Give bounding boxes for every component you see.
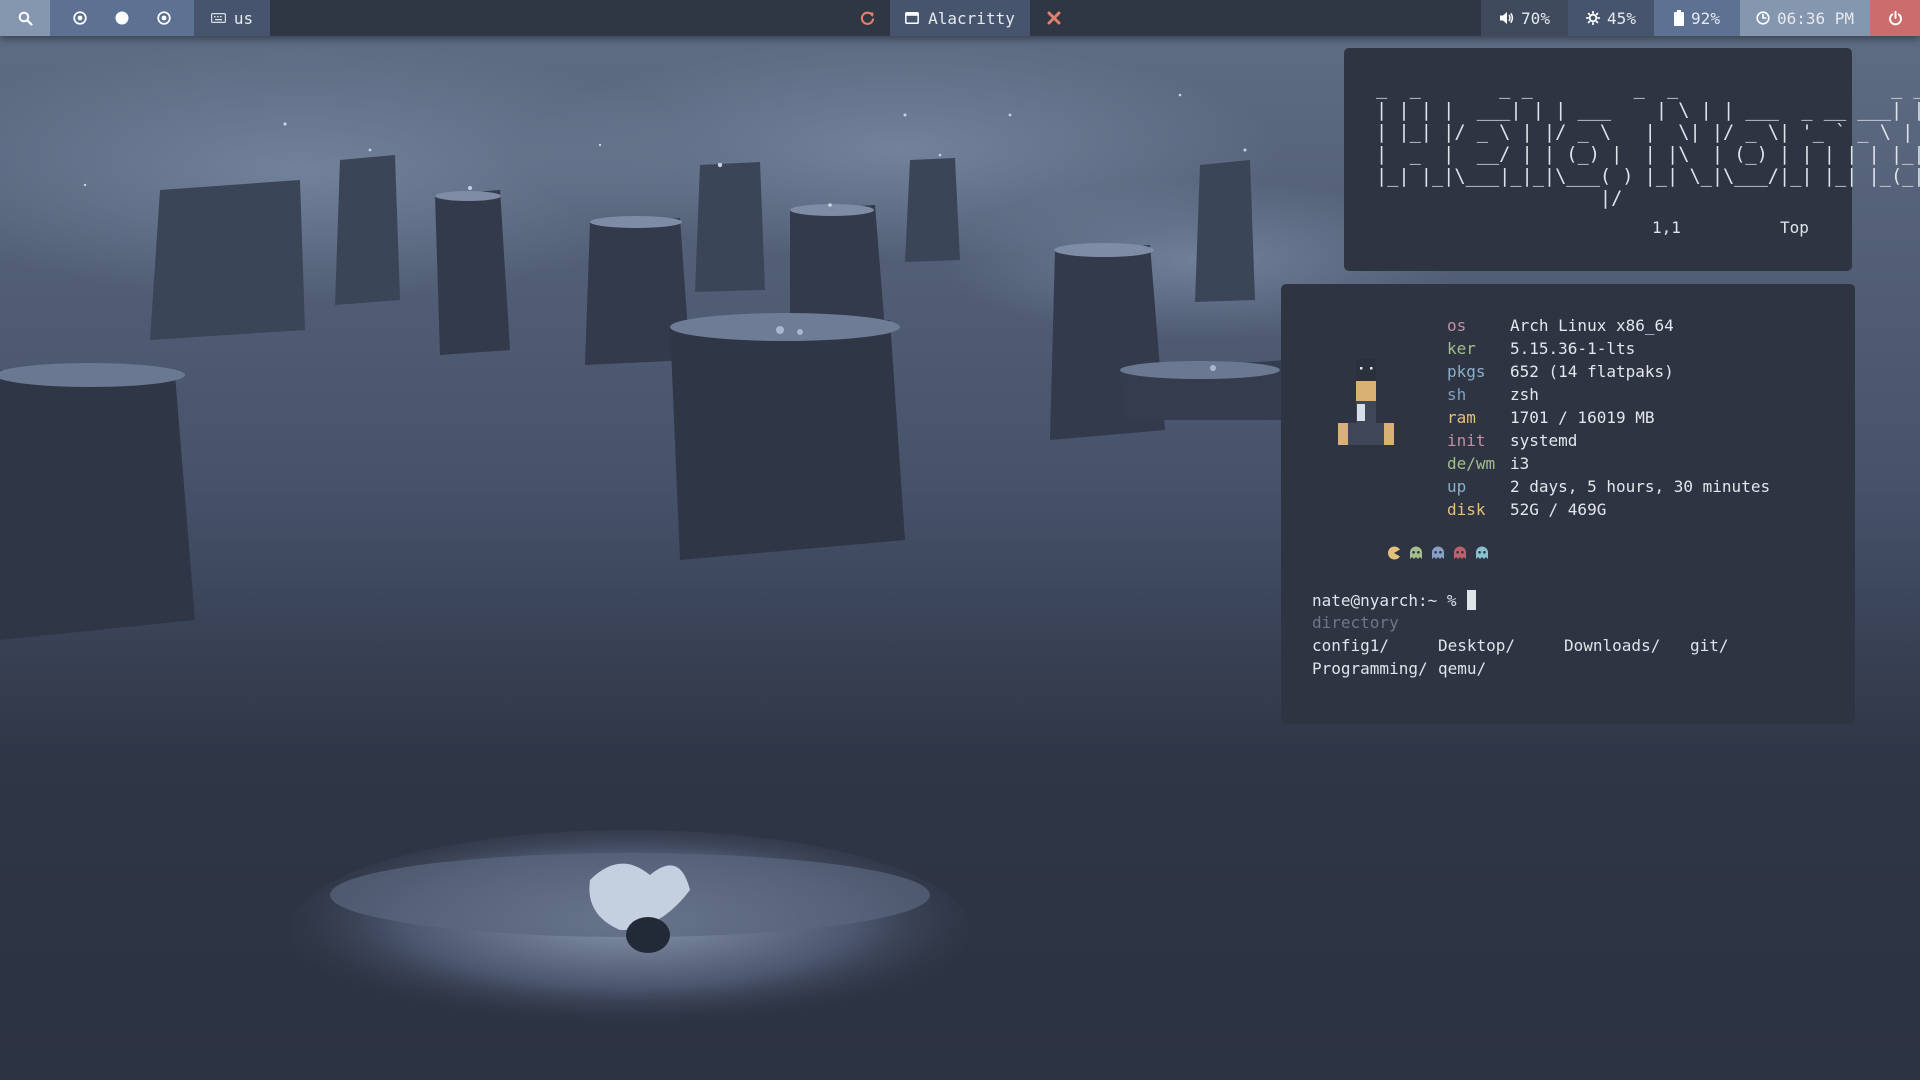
search-icon (18, 11, 33, 26)
directory-entry[interactable]: qemu/ (1438, 659, 1564, 678)
system-info-value: i3 (1510, 454, 1530, 473)
system-info-row: de/wm i3 (1447, 452, 1770, 475)
vim-cursor-position: 1,1 (1652, 218, 1681, 237)
search-button[interactable] (0, 0, 50, 36)
close-icon (1047, 11, 1061, 25)
keyboard-layout-indicator[interactable]: us (194, 0, 270, 36)
system-info-key: ker (1447, 339, 1476, 358)
brightness-icon (1586, 11, 1601, 25)
system-info-value: Arch Linux x86_64 (1510, 316, 1674, 335)
battery-indicator[interactable]: 92% (1654, 0, 1740, 36)
system-info-value: 5.15.36-1-lts (1510, 339, 1636, 358)
system-info-key: disk (1447, 500, 1486, 519)
completion-hint: directory (1312, 613, 1399, 632)
vim-scroll-position: Top (1780, 218, 1809, 237)
system-info-row: pkgs 652 (14 flatpaks) (1447, 360, 1770, 383)
workspace-2-button[interactable] (101, 0, 143, 36)
pacman-ghost-row (1387, 546, 1489, 560)
workspace-switcher (50, 0, 194, 36)
shell-prompt: nate@nyarch:~ % (1312, 590, 1457, 610)
focused-window-title[interactable]: Alacritty (890, 0, 1030, 36)
volume-icon (1500, 12, 1514, 24)
directory-entry[interactable]: Desktop/ (1438, 636, 1564, 655)
clock-label: 06:36 PM (1776, 8, 1855, 28)
shell-prompt-line[interactable]: nate@nyarch:~ % (1312, 590, 1476, 610)
system-info-row: sh zsh (1447, 383, 1770, 406)
pacman-icon (1387, 546, 1400, 560)
workspace-1-button[interactable] (59, 0, 101, 36)
system-info-key: sh (1447, 385, 1467, 404)
brightness-label: 45% (1607, 8, 1636, 28)
directory-entry[interactable]: Downloads/ (1564, 636, 1690, 655)
system-info-key: de/wm (1447, 454, 1496, 473)
power-icon (1888, 10, 1902, 25)
close-window-button[interactable] (1030, 0, 1078, 36)
system-info-list: os Arch Linux x86_64ker 5.15.36-1-lts pkgs 6… (1447, 314, 1770, 521)
alacritty-terminal-window[interactable]: os Arch Linux x86_64ker 5.15.36-1-lts pkgs 6… (1281, 284, 1855, 724)
text-cursor (1466, 590, 1476, 610)
battery-icon (1674, 10, 1685, 26)
ghost-icon (1454, 546, 1466, 559)
system-info-row: os Arch Linux x86_64 (1447, 314, 1770, 337)
system-info-key: pkgs (1447, 362, 1486, 381)
system-info-value: 1701 / 16019 MB (1510, 408, 1655, 427)
clock-icon (1756, 11, 1770, 25)
volume-label: 70% (1521, 8, 1550, 28)
system-info-row: up 2 days, 5 hours, 30 minutes (1447, 475, 1770, 498)
keyboard-icon (210, 13, 226, 23)
system-info-key: ram (1447, 408, 1476, 427)
system-info-key: init (1447, 431, 1486, 450)
clock[interactable]: 06:36 PM (1740, 0, 1870, 36)
system-info-row: ker 5.15.36-1-lts (1447, 337, 1770, 360)
vim-terminal-window[interactable]: _ _ _ _ _ _ _ _ | | | | ___| | | ___ | \… (1344, 48, 1920, 271)
system-info-row: init systemd (1447, 429, 1770, 452)
window-title-label: Alacritty (928, 8, 1015, 28)
ghost-icon (1410, 546, 1422, 559)
filled-circle-icon (115, 11, 129, 25)
top-bar: us Alacritty 70% 45% 92% 06:36 PM (0, 0, 1920, 36)
reload-button[interactable] (845, 0, 890, 36)
circle-dot-icon (157, 11, 171, 25)
power-button[interactable] (1870, 0, 1920, 36)
system-info-row: ram 1701 / 16019 MB (1447, 406, 1770, 429)
battery-label: 92% (1691, 8, 1720, 28)
directory-listing: config1/Desktop/Downloads/git/Programmin… (1312, 636, 1816, 678)
brightness-indicator[interactable]: 45% (1568, 0, 1654, 36)
system-info-value: 52G / 469G (1510, 500, 1607, 519)
system-info-value: zsh (1510, 385, 1539, 404)
system-info-value: systemd (1510, 431, 1578, 450)
system-info-value: 652 (14 flatpaks) (1510, 362, 1674, 381)
system-info-value: 2 days, 5 hours, 30 minutes (1510, 477, 1771, 496)
directory-entry[interactable]: git/ (1690, 636, 1816, 655)
pixel-character-icon (1338, 359, 1394, 445)
system-info-key: up (1447, 477, 1467, 496)
system-info-row: disk 52G / 469G (1447, 498, 1770, 521)
system-info-key: os (1447, 316, 1467, 335)
ascii-art-banner: _ _ _ _ _ _ _ _ | | | | ___| | | ___ | \… (1376, 78, 1920, 209)
workspace-3-button[interactable] (143, 0, 185, 36)
directory-entry[interactable]: Programming/ (1312, 659, 1438, 678)
ghost-icon (1432, 546, 1444, 559)
volume-indicator[interactable]: 70% (1481, 0, 1568, 36)
window-icon (905, 12, 920, 24)
directory-entry[interactable]: config1/ (1312, 636, 1438, 655)
refresh-icon (860, 11, 875, 25)
circle-dot-icon (73, 11, 87, 25)
keyboard-layout-label: us (233, 8, 254, 28)
ghost-icon (1476, 546, 1488, 559)
